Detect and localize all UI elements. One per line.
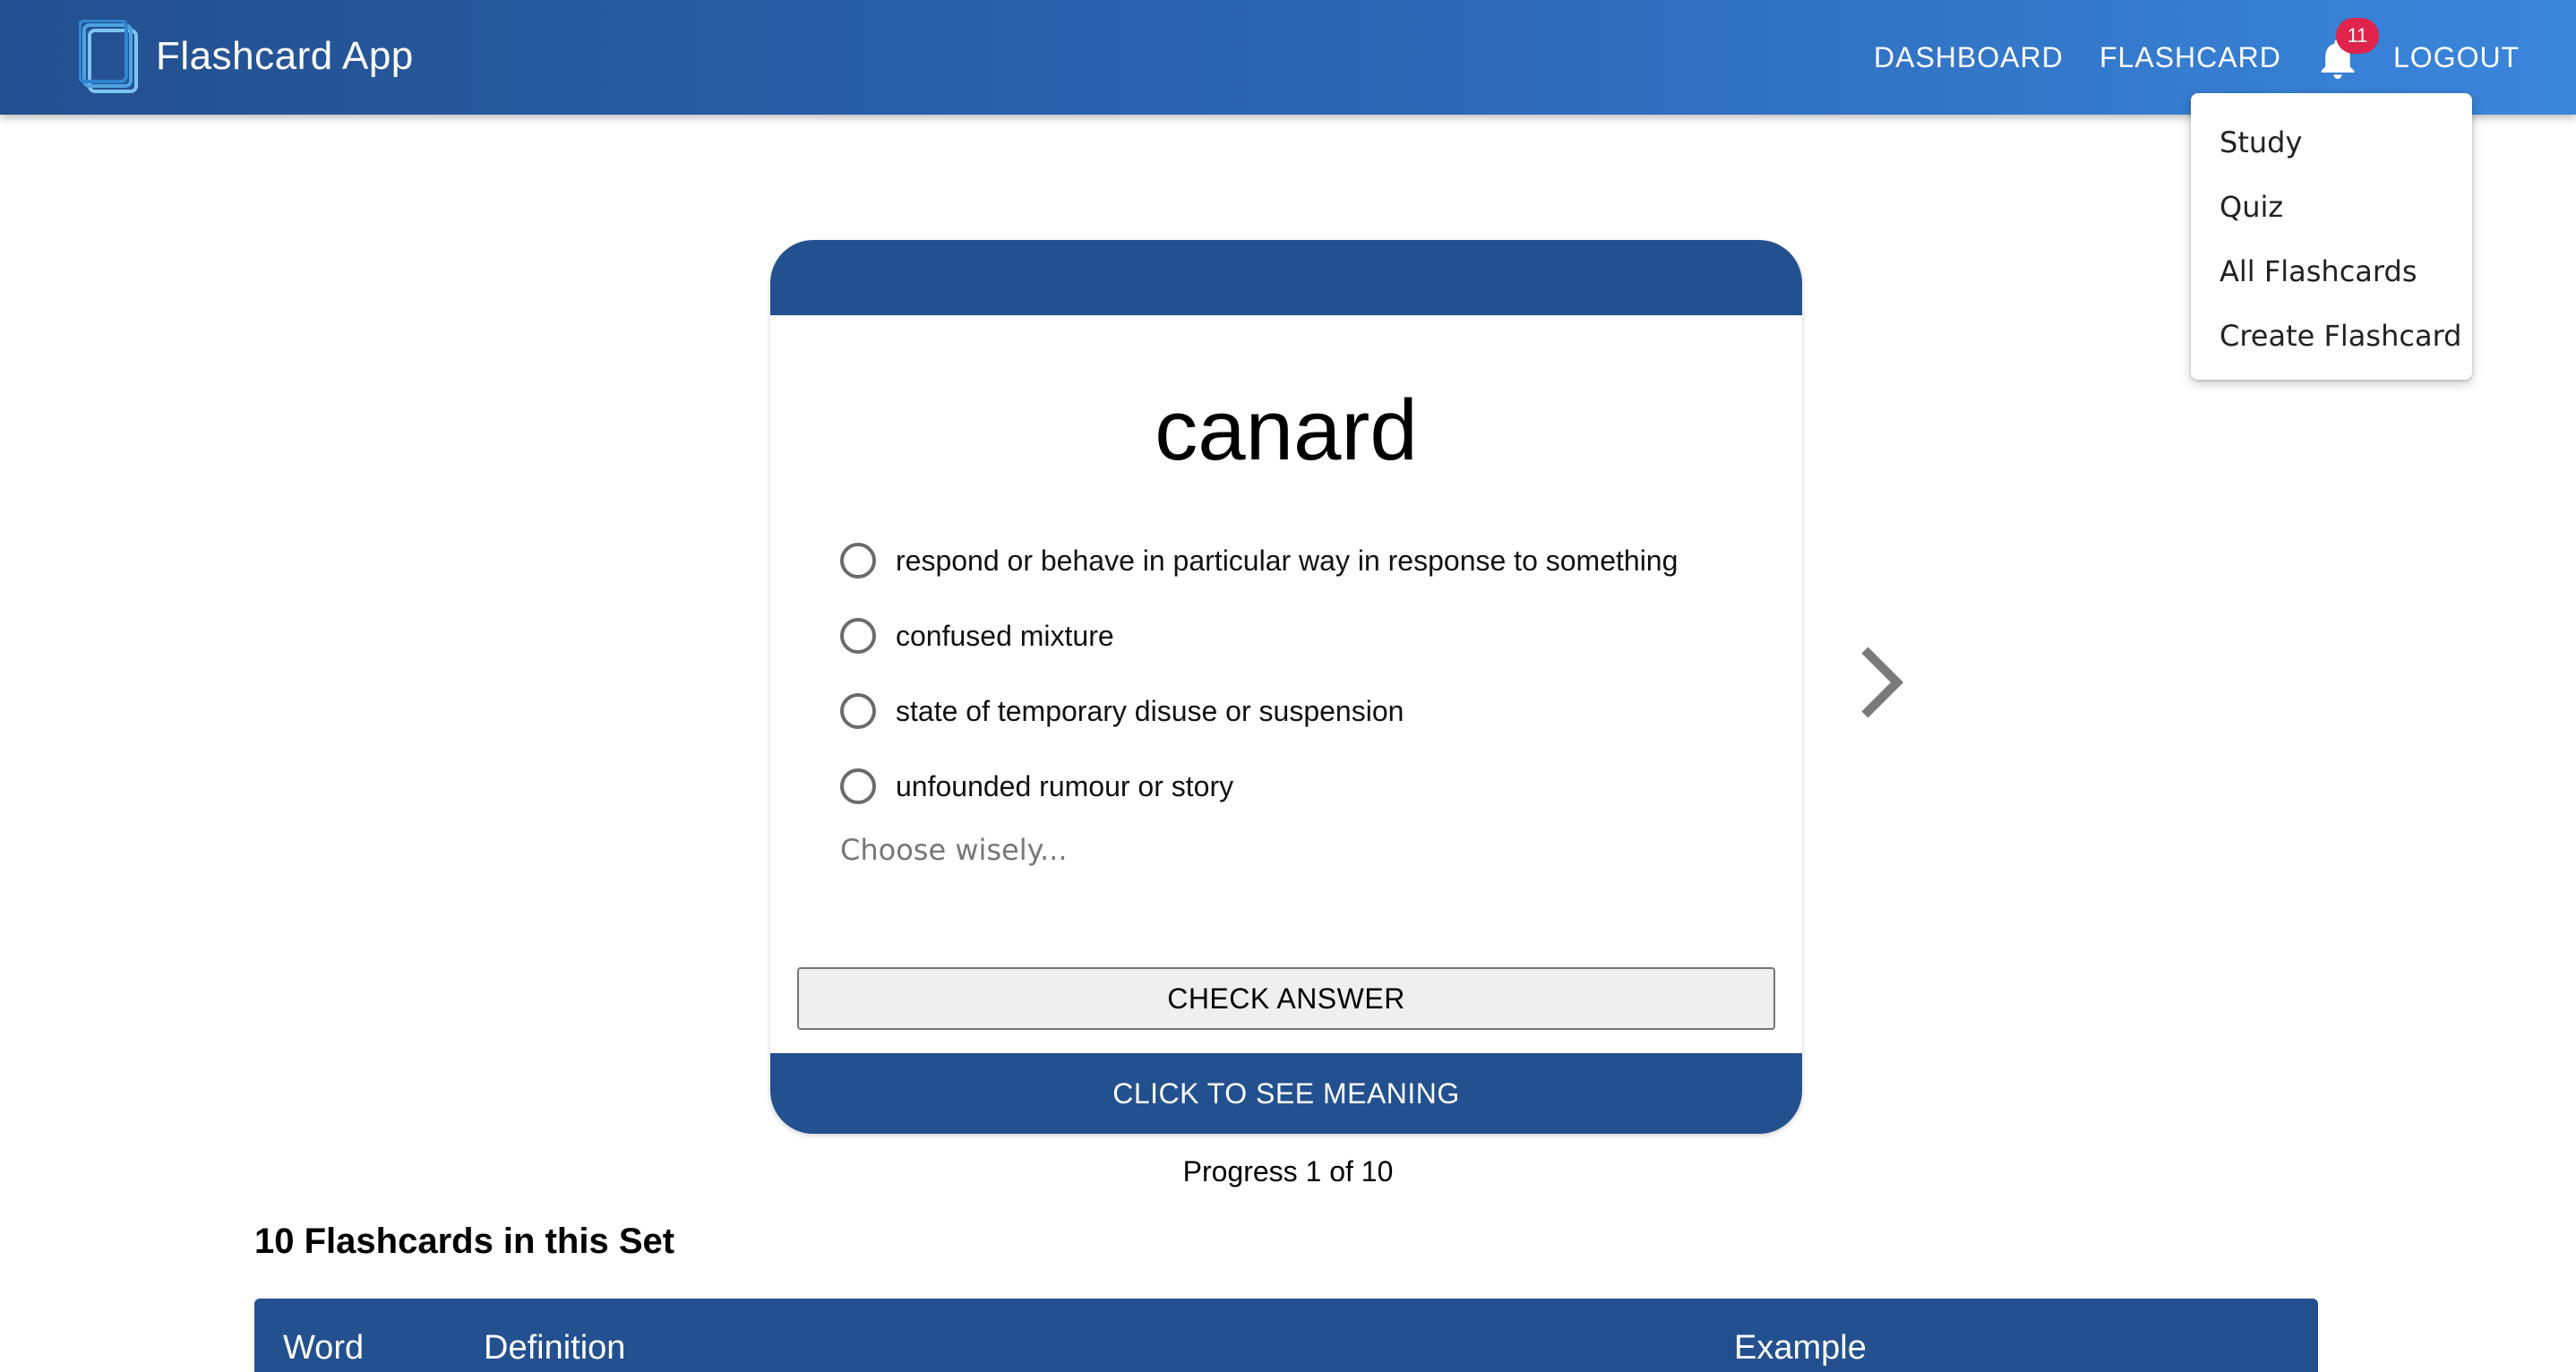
menu-item-study[interactable]: Study: [2191, 113, 2472, 177]
app-bar: Flashcard App DASHBOARD FLASHCARD 11 LOG…: [0, 0, 2576, 115]
nav-dashboard[interactable]: DASHBOARD: [1874, 41, 2064, 74]
nav-logout[interactable]: LOGOUT: [2393, 41, 2520, 74]
flashcards-table-header: Word Definition Example: [254, 1299, 2318, 1372]
quiz-card: canard respond or behave in particular w…: [770, 240, 1802, 1134]
set-title: 10 Flashcards in this Set: [254, 1222, 675, 1261]
column-header-example: Example: [1734, 1329, 1867, 1367]
answer-option[interactable]: respond or behave in particular way in r…: [840, 539, 1678, 582]
answer-option[interactable]: confused mixture: [840, 614, 1114, 657]
radio-button[interactable]: [840, 768, 876, 804]
app-title[interactable]: Flashcard App: [156, 34, 414, 79]
menu-item-all-flashcards[interactable]: All Flashcards: [2191, 242, 2472, 306]
answer-option-label[interactable]: unfounded rumour or story: [896, 770, 1233, 803]
flashcard-word: canard: [1155, 382, 1418, 478]
see-meaning-button[interactable]: CLICK TO SEE MEANING: [770, 1053, 1802, 1134]
column-header-definition: Definition: [484, 1329, 626, 1367]
nav-flashcard[interactable]: FLASHCARD: [2099, 41, 2281, 74]
chevron-right-icon[interactable]: [1856, 643, 1913, 722]
answer-option-label[interactable]: respond or behave in particular way in r…: [896, 545, 1678, 578]
column-header-word: Word: [283, 1329, 365, 1367]
flashcards-logo-icon[interactable]: [79, 20, 143, 95]
radio-button[interactable]: [840, 618, 876, 654]
check-answer-button[interactable]: CHECK ANSWER: [797, 967, 1775, 1030]
answer-option-label[interactable]: confused mixture: [896, 620, 1114, 653]
radio-button[interactable]: [840, 543, 876, 579]
card-header-bar: [770, 240, 1802, 315]
menu-item-quiz[interactable]: Quiz: [2191, 177, 2472, 242]
progress-text: Progress 1 of 10: [1182, 1155, 1394, 1188]
answer-option[interactable]: unfounded rumour or story: [840, 765, 1233, 808]
menu-item-create-flashcard[interactable]: Create Flashcard: [2191, 306, 2472, 371]
flashcard-dropdown-menu: Study Quiz All Flashcards Create Flashca…: [2191, 93, 2472, 380]
answer-option[interactable]: state of temporary disuse or suspension: [840, 690, 1404, 733]
notification-badge: 11: [2336, 18, 2379, 54]
radio-button[interactable]: [840, 693, 876, 729]
answer-hint: Choose wisely...: [840, 833, 1068, 867]
answer-option-label[interactable]: state of temporary disuse or suspension: [896, 695, 1404, 728]
